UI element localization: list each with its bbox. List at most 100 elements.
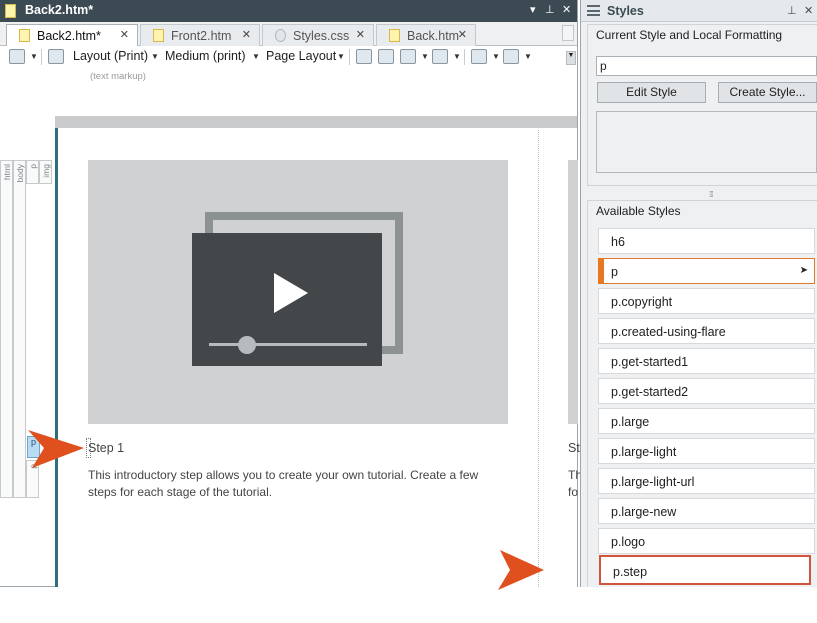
progress-track	[209, 343, 367, 346]
close-icon[interactable]: ✕	[804, 4, 813, 17]
style-item-label: h6	[611, 235, 625, 249]
style-item-label: p.logo	[611, 535, 646, 549]
local-formatting-box	[596, 111, 817, 173]
tab-back2[interactable]: Back2.htm* ✕	[6, 24, 138, 47]
tag-p[interactable]: p	[26, 160, 39, 184]
step-title-next: St	[568, 441, 580, 455]
page-layout-dropdown[interactable]: Page Layout	[266, 49, 336, 63]
style-item-p-logo[interactable]: p.logo	[598, 528, 815, 554]
tab-label: Back.htm	[407, 29, 460, 43]
next-video-placeholder	[568, 160, 578, 424]
chevron-down-icon[interactable]: ▼	[151, 52, 159, 61]
zoom-icon[interactable]	[9, 49, 25, 64]
create-style-button[interactable]: Create Style...	[718, 82, 817, 103]
style-item-p-large-light[interactable]: p.large-light	[598, 438, 815, 464]
tag-label: p	[28, 164, 38, 169]
style-item-p-created-using-flare[interactable]: p.created-using-flare	[598, 318, 815, 344]
tag-html[interactable]: html	[0, 160, 13, 498]
styles-pane-titlebar: Styles ⊥ ✕	[581, 0, 817, 22]
pin-icon[interactable]: ⊥	[787, 4, 797, 17]
editor-toolbar: ▼ Layout (Print) ▼ Medium (print) ▼ Page…	[0, 46, 577, 68]
style-item-p-step[interactable]: p.step	[599, 555, 811, 585]
styles-pane-title: Styles	[607, 4, 644, 18]
text-format-icon[interactable]	[503, 49, 519, 64]
callout-arrow-icon	[498, 550, 544, 590]
tag-label: html	[2, 164, 12, 181]
tag-label: body	[15, 164, 25, 183]
style-item-label: p.large-new	[611, 505, 677, 519]
chevron-down-icon[interactable]: ▼	[337, 52, 345, 61]
current-style-field[interactable]: p	[596, 56, 817, 76]
htm-file-icon	[19, 29, 30, 42]
menu-icon[interactable]	[587, 5, 600, 16]
layout-icon[interactable]	[48, 49, 64, 64]
text-markup-hint: (text markup)	[90, 71, 146, 82]
layout-dropdown[interactable]: Layout (Print)	[73, 49, 148, 63]
style-item-label: p.copyright	[611, 295, 673, 309]
xml-icon[interactable]	[471, 49, 487, 64]
style-item-label: p	[611, 265, 618, 279]
style-item-label: p.step	[613, 565, 648, 579]
step-title[interactable]: Step 1	[88, 441, 124, 455]
tab-close-icon[interactable]: ✕	[120, 28, 129, 41]
tab-front2[interactable]: Front2.htm ✕	[140, 24, 260, 46]
top-ruler	[55, 116, 577, 128]
style-item-label: p.large-light-url	[611, 475, 695, 489]
tab-close-icon[interactable]: ✕	[458, 28, 467, 41]
toolbar-separator	[41, 49, 42, 65]
chevron-down-icon[interactable]: ▼	[421, 52, 429, 61]
progress-knob	[238, 336, 256, 354]
style-item-p-large-light-url[interactable]: p.large-light-url	[598, 468, 815, 494]
style-item-h6[interactable]: h6	[598, 228, 815, 254]
medium-dropdown[interactable]: Medium (print)	[165, 49, 246, 63]
conditions-icon[interactable]	[432, 49, 448, 64]
toolbar-overflow-icon[interactable]: ▼	[566, 51, 576, 65]
style-item-label: p.get-started1	[611, 355, 689, 369]
video-player-icon	[192, 233, 382, 366]
style-item-label: p.get-started2	[611, 385, 689, 399]
toolbar-separator	[349, 49, 350, 65]
toolbar-separator	[464, 49, 465, 65]
tab-label: Back2.htm*	[37, 29, 101, 43]
style-item-p-large-new[interactable]: p.large-new	[598, 498, 815, 524]
chevron-down-icon[interactable]: ▼	[252, 52, 260, 61]
splitter-grip-icon[interactable]: ⁞⁞⁞	[709, 190, 714, 199]
tab-back[interactable]: Back.htm ✕	[376, 24, 476, 46]
pin-icon[interactable]: ⊥	[545, 3, 555, 16]
video-placeholder-image[interactable]	[88, 160, 508, 424]
chevron-down-icon[interactable]: ▼	[524, 52, 532, 61]
style-item-p-get-started1[interactable]: p.get-started1	[598, 348, 815, 374]
tab-close-icon[interactable]: ✕	[356, 28, 365, 41]
chevron-down-icon[interactable]: ▼	[453, 52, 461, 61]
style-item-label: p.large-light	[611, 445, 677, 459]
pushpin-icon: ➤	[799, 265, 808, 276]
style-item-p-get-started2[interactable]: p.get-started2	[598, 378, 815, 404]
tab-close-icon[interactable]: ✕	[242, 28, 251, 41]
play-icon	[274, 273, 308, 313]
close-icon[interactable]: ✕	[562, 3, 571, 16]
step-body[interactable]: This introductory step allows you to cre…	[88, 467, 508, 501]
tab-label: Front2.htm	[171, 29, 232, 43]
tab-styles-css[interactable]: Styles.css ✕	[262, 24, 374, 46]
editor-titlebar: Back2.htm* ▾ ⊥ ✕	[0, 0, 577, 22]
style-item-p[interactable]: p ➤	[598, 258, 815, 284]
tag-label: img	[41, 164, 51, 178]
chevron-down-icon[interactable]: ▼	[30, 52, 38, 61]
show-tags-icon[interactable]	[356, 49, 372, 64]
style-item-p-large[interactable]: p.large	[598, 408, 815, 434]
tab-scroll-button[interactable]	[562, 25, 574, 41]
show-changes-icon[interactable]	[378, 49, 394, 64]
callout-arrow-icon	[28, 430, 84, 468]
document-icon	[5, 4, 16, 18]
tab-bar: Back2.htm* ✕ Front2.htm ✕ Styles.css ✕ B…	[0, 22, 577, 47]
css-file-icon	[275, 29, 286, 42]
tag-body[interactable]: body	[13, 160, 26, 498]
htm-file-icon	[153, 29, 164, 42]
frame-icon[interactable]	[400, 49, 416, 64]
tag-img[interactable]: img	[39, 160, 52, 184]
chevron-down-icon[interactable]: ▼	[492, 52, 500, 61]
dropdown-icon[interactable]: ▾	[530, 3, 536, 16]
style-item-p-copyright[interactable]: p.copyright	[598, 288, 815, 314]
style-item-label: p.created-using-flare	[611, 325, 726, 339]
edit-style-button[interactable]: Edit Style	[597, 82, 706, 103]
